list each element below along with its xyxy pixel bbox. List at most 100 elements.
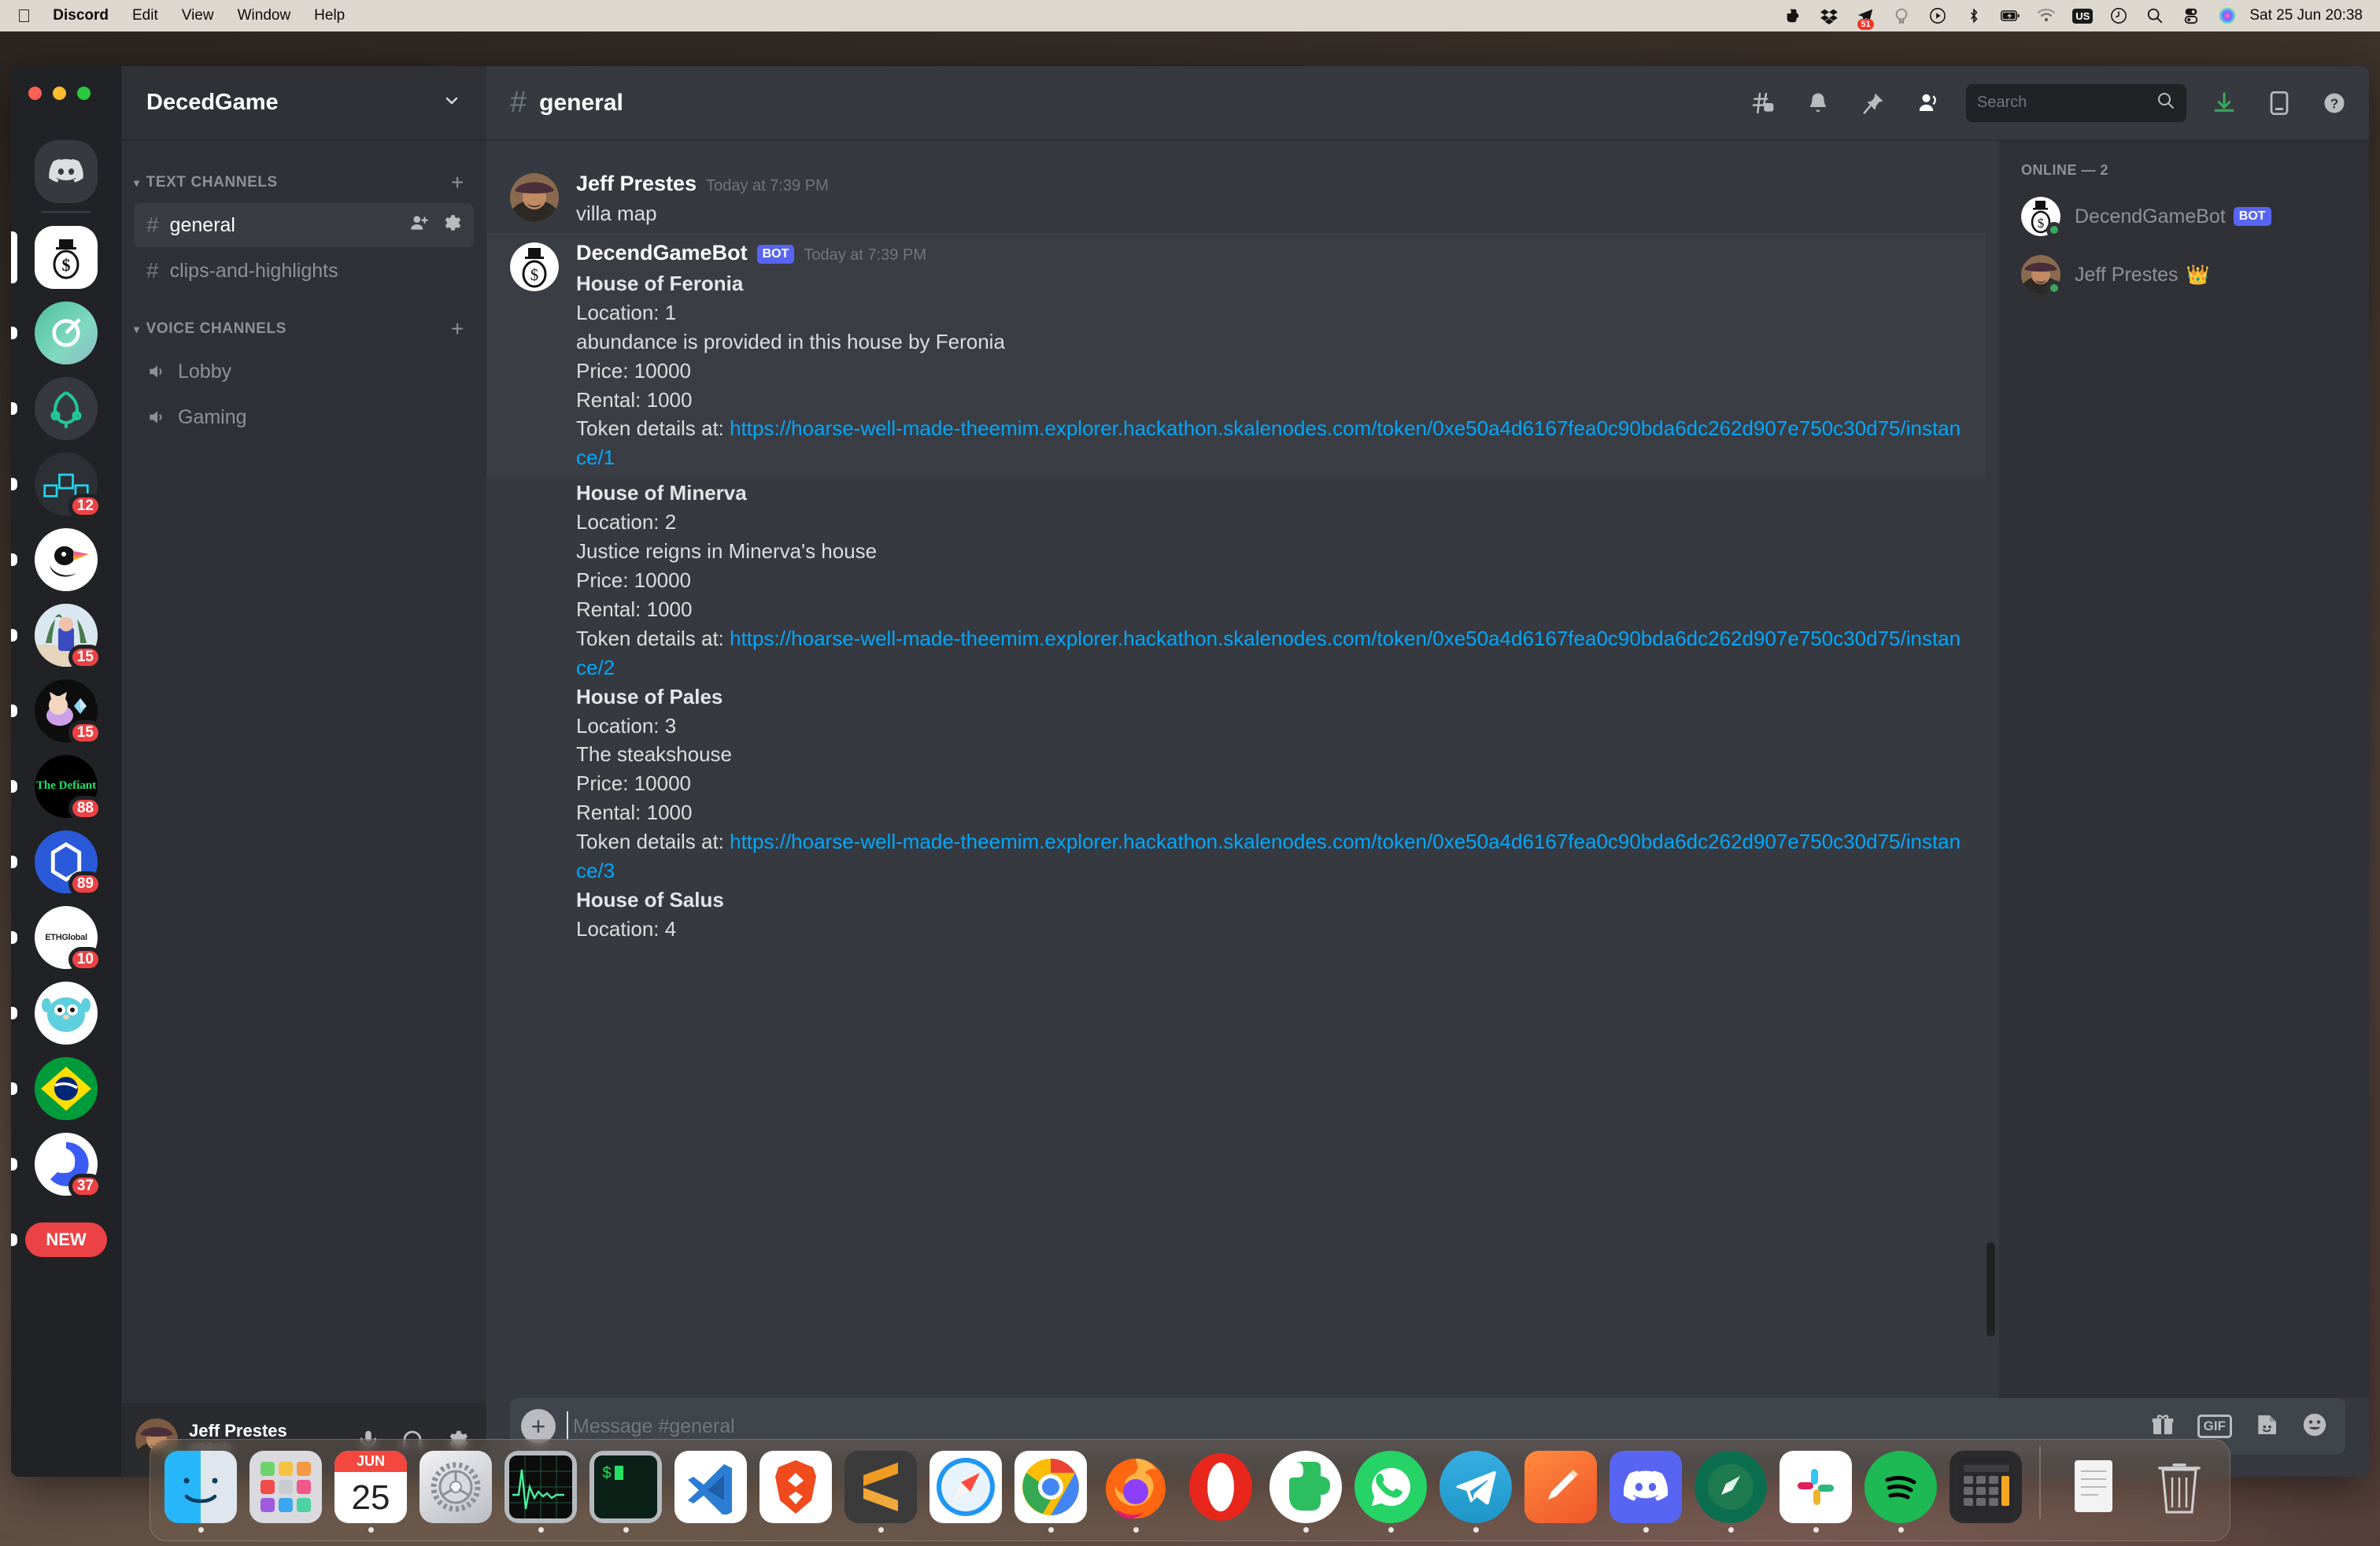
member-item-decendgamebot[interactable]: $ DecendGameBot BOT xyxy=(2010,188,2358,245)
avatar[interactable] xyxy=(510,173,559,222)
dock-item-telegram[interactable] xyxy=(1438,1451,1513,1533)
server-icon-skale[interactable]: 37 xyxy=(11,1126,121,1202)
menu-item-discord[interactable]: Discord xyxy=(53,7,109,24)
dock-item-brave[interactable] xyxy=(758,1451,833,1533)
server-home[interactable] xyxy=(11,135,121,208)
menu-item-edit[interactable]: Edit xyxy=(132,7,158,24)
dock-item-evernote[interactable] xyxy=(1268,1451,1343,1533)
server-icon-ocean-protocol[interactable] xyxy=(11,295,121,371)
dock-divider xyxy=(2039,1446,2041,1518)
dock-item-trash[interactable] xyxy=(2142,1451,2217,1533)
time-machine-icon[interactable] xyxy=(2109,6,2128,25)
close-window-button[interactable] xyxy=(28,87,42,100)
control-center-icon[interactable] xyxy=(2182,6,2201,25)
dock-item-discord[interactable] xyxy=(1608,1451,1683,1533)
help-question-icon[interactable]: ? xyxy=(2317,86,2352,120)
menu-item-help[interactable]: Help xyxy=(314,7,345,24)
server-icon-golang[interactable] xyxy=(11,975,121,1051)
dock-item-opera[interactable] xyxy=(1183,1451,1258,1533)
sticker-icon[interactable] xyxy=(2254,1412,2279,1441)
server-icon-metaverse[interactable]: 15 xyxy=(11,597,121,673)
dropbox-icon[interactable] xyxy=(1820,6,1839,25)
server-icon-green-node[interactable] xyxy=(11,371,121,446)
bluetooth-icon[interactable] xyxy=(1964,6,1983,25)
dock-item-documents[interactable] xyxy=(2057,1451,2132,1533)
dock-item-system-preferences[interactable] xyxy=(418,1451,493,1533)
dock-item-terminal[interactable]: $ xyxy=(588,1451,663,1533)
channel-name: general xyxy=(169,213,235,236)
dock-item-calendar[interactable]: JUN 25 xyxy=(333,1451,408,1533)
category-voice-channels[interactable]: ▾ VOICE CHANNELS + xyxy=(121,310,486,348)
dock-item-firefox[interactable] xyxy=(1098,1451,1173,1533)
create-channel-icon[interactable]: + xyxy=(451,316,464,342)
menu-bar-clock[interactable]: Sat 25 Jun 20:38 xyxy=(2249,7,2363,24)
server-icon-chainlink[interactable]: 89 xyxy=(11,824,121,900)
sketch-icon[interactable] xyxy=(1892,6,1911,25)
guild-header-button[interactable]: DecedGame xyxy=(121,66,486,140)
siri-icon[interactable] xyxy=(2218,6,2237,25)
menu-item-view[interactable]: View xyxy=(182,7,214,24)
wifi-icon[interactable] xyxy=(2037,6,2056,25)
dock-item-activity-monitor[interactable] xyxy=(503,1451,578,1533)
message-input[interactable]: Message #general xyxy=(567,1411,2150,1440)
message-scrollbar[interactable] xyxy=(1986,1242,1995,1337)
dock-item-launchpad[interactable] xyxy=(248,1451,323,1533)
sidebar-channel-general[interactable]: # general xyxy=(134,203,474,247)
evernote-icon[interactable] xyxy=(1783,6,1802,25)
server-icon-decendgame[interactable]: $ xyxy=(11,220,121,295)
inbox-download-icon[interactable] xyxy=(2207,86,2241,120)
server-icon-brazil[interactable] xyxy=(11,1051,121,1126)
apple-logo-icon[interactable]:  xyxy=(17,6,31,25)
category-text-channels[interactable]: ▾ TEXT CHANNELS + xyxy=(121,164,486,202)
dock-item-finder[interactable] xyxy=(163,1451,238,1533)
menu-item-window[interactable]: Window xyxy=(238,7,291,24)
dock-item-safari[interactable] xyxy=(928,1451,1003,1533)
avatar[interactable]: $ xyxy=(510,242,559,291)
token-details-link[interactable]: https://hoarse-well-made-theemim.explore… xyxy=(576,627,1961,679)
server-icon-the-defiant[interactable]: The Defiant 88 xyxy=(11,749,121,824)
threads-icon[interactable] xyxy=(1746,86,1780,120)
sidebar-channel-gaming[interactable]: Gaming xyxy=(134,395,474,439)
add-member-icon[interactable] xyxy=(409,213,430,239)
gift-icon[interactable] xyxy=(2150,1412,2175,1441)
dock-item-spotify[interactable] xyxy=(1863,1451,1938,1533)
dock-item-postman[interactable] xyxy=(1693,1451,1768,1533)
create-channel-icon[interactable]: + xyxy=(451,170,464,195)
emoji-icon[interactable] xyxy=(2301,1411,2328,1442)
message-author[interactable]: DecendGameBot xyxy=(576,241,748,265)
dock-item-whatsapp[interactable] xyxy=(1353,1451,1428,1533)
input-source-us-icon[interactable]: US xyxy=(2072,6,2094,25)
calculator-icon xyxy=(1949,1451,2022,1523)
search-input[interactable]: Search xyxy=(1966,83,2186,122)
settings-gear-icon[interactable] xyxy=(441,213,461,239)
dock-item-calculator[interactable] xyxy=(1948,1451,2023,1533)
server-icon-toucan[interactable] xyxy=(11,522,121,597)
spotlight-search-icon[interactable] xyxy=(2145,6,2164,25)
play-circle-icon[interactable] xyxy=(1928,6,1947,25)
gif-icon[interactable]: GIF xyxy=(2197,1415,2232,1438)
server-icon-nft-cat[interactable]: 15 xyxy=(11,673,121,749)
server-new-pill[interactable]: NEW xyxy=(11,1202,121,1278)
minimize-window-button[interactable] xyxy=(53,87,66,100)
sidebar-channel-clips-and-highlights[interactable]: # clips-and-highlights xyxy=(134,249,474,293)
zoom-window-button[interactable] xyxy=(77,87,91,100)
member-list-icon[interactable] xyxy=(1911,86,1946,120)
mobile-app-icon[interactable] xyxy=(2262,86,2297,120)
dock-item-sublime-text[interactable] xyxy=(843,1451,918,1533)
battery-charging-icon[interactable] xyxy=(2001,6,2020,25)
notification-bell-icon[interactable] xyxy=(1801,86,1835,120)
token-details-link[interactable]: https://hoarse-well-made-theemim.explore… xyxy=(576,416,1961,469)
sidebar-channel-lobby[interactable]: Lobby xyxy=(134,350,474,394)
server-icon-blocks[interactable]: 12 xyxy=(11,446,121,522)
dock-item-slack[interactable] xyxy=(1778,1451,1853,1533)
hash-icon: # xyxy=(146,213,159,237)
dock-item-notability[interactable] xyxy=(1523,1451,1598,1533)
dock-item-vscode[interactable] xyxy=(673,1451,748,1533)
server-icon-ethglobal[interactable]: ETHGlobal 10 xyxy=(11,900,121,975)
member-item-jeff-prestes[interactable]: Jeff Prestes 👑 xyxy=(2010,246,2358,303)
dock-item-chrome[interactable] xyxy=(1013,1451,1088,1533)
token-details-link[interactable]: https://hoarse-well-made-theemim.explore… xyxy=(576,830,1961,882)
message-author[interactable]: Jeff Prestes xyxy=(576,172,697,196)
pinned-messages-icon[interactable] xyxy=(1856,86,1890,120)
telegram-icon[interactable]: 51 xyxy=(1856,6,1875,30)
